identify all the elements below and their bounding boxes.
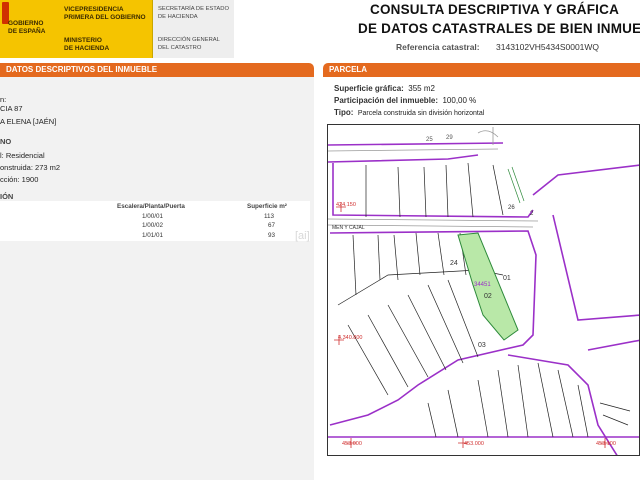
table-row-1-planta: 1/00/01 [142, 213, 164, 220]
map-label-03: 03 [478, 342, 486, 349]
map-label-01: 01 [503, 275, 511, 282]
field-superficie-construida: onstruida: 273 m2 [0, 163, 61, 172]
table-header-escalera: Escalera/Planta/Puerta [117, 203, 185, 210]
table-row-2-planta: 1/00/02 [142, 222, 164, 229]
map-coord-x1: 453.000 [342, 441, 362, 447]
direccion-catastro-text: DIRECCIÓN GENERAL DEL CATASTRO [158, 37, 220, 51]
section-bar-descriptivos: DATOS DESCRIPTIVOS DEL INMUEBLE [0, 63, 314, 77]
descriptivos-panel [0, 77, 314, 480]
table-row-3-superficie: 93 [268, 232, 276, 239]
table-row-1-superficie: 113 [264, 213, 275, 220]
map-label-26: 26 [508, 205, 515, 211]
map-label-2: 2 [530, 211, 534, 217]
parcela-participacion: Participación del inmueble: 100,00 % [334, 96, 477, 105]
vicepresidencia-text: VICEPRESIDENCIA PRIMERA DEL GOBIERNO [64, 6, 146, 21]
map-street-name: MEN Y CAJAL [332, 225, 365, 231]
ministerio-text: MINISTERIO DE HACIENDA [64, 37, 110, 52]
field-localizacion-label: n: [0, 95, 7, 104]
construccion-heading: IÓN [0, 192, 14, 201]
field-clase: NO [0, 137, 12, 146]
map-coord-2: 4.340.800 [338, 335, 363, 341]
table-row-3-planta: 1/01/01 [142, 232, 164, 239]
map-manzana-label: 34451 [474, 282, 491, 288]
field-direccion: CIA 87 [0, 104, 23, 113]
header-yellow-band: GOBIERNO DE ESPAÑA VICEPRESIDENCIA PRIME… [0, 0, 152, 58]
cadastral-map[interactable]: 25 29 26 424.150 4.340.800 MEN Y CAJAL 2… [327, 124, 640, 456]
field-municipio: A ELENA [JAÉN] [0, 117, 57, 126]
ref-label: Referencia catastral: [396, 42, 480, 52]
map-label-29: 29 [446, 135, 453, 141]
map-coord-x3: 453.100 [596, 441, 616, 447]
referencia-catastral: Referencia catastral: 3143102VH5434S0001… [396, 42, 599, 52]
section-bar-parcela: PARCELA [323, 63, 640, 77]
gobierno-text: GOBIERNO DE ESPAÑA [8, 20, 46, 35]
map-footer [327, 456, 640, 480]
map-coord-x2: 453.000 [464, 441, 484, 447]
map-label-02: 02 [484, 293, 492, 300]
table-row-2-superficie: 67 [268, 222, 276, 229]
map-label-24: 24 [450, 260, 458, 267]
map-coord-1: 424.150 [336, 202, 356, 208]
ref-value: 3143102VH5434S0001WQ [496, 42, 600, 52]
map-label-25: 25 [426, 137, 433, 143]
parcela-tipo: Tipo: Parcela construida sin división ho… [334, 108, 485, 117]
page-title-line1: CONSULTA DESCRIPTIVA Y GRÁFICA [370, 2, 620, 17]
page-title-line2: DE DATOS CATASTRALES DE BIEN INMUEBLE [358, 21, 640, 36]
field-uso: l: Residencial [0, 151, 45, 160]
gobierno-logo: GOBIERNO DE ESPAÑA [0, 0, 58, 58]
secretaria-text: SECRETARÍA DE ESTADO DE HACIENDA [158, 6, 229, 20]
field-ano-construccion: cción: 1900 [0, 175, 39, 184]
parcela-superficie: Superficie gráfica: 355 m2 [334, 84, 435, 93]
watermark: [ai] [295, 230, 310, 242]
header-divider [152, 0, 153, 58]
cadastral-map-drawing [328, 127, 639, 455]
table-header-superficie: Superficie m² [247, 203, 287, 210]
